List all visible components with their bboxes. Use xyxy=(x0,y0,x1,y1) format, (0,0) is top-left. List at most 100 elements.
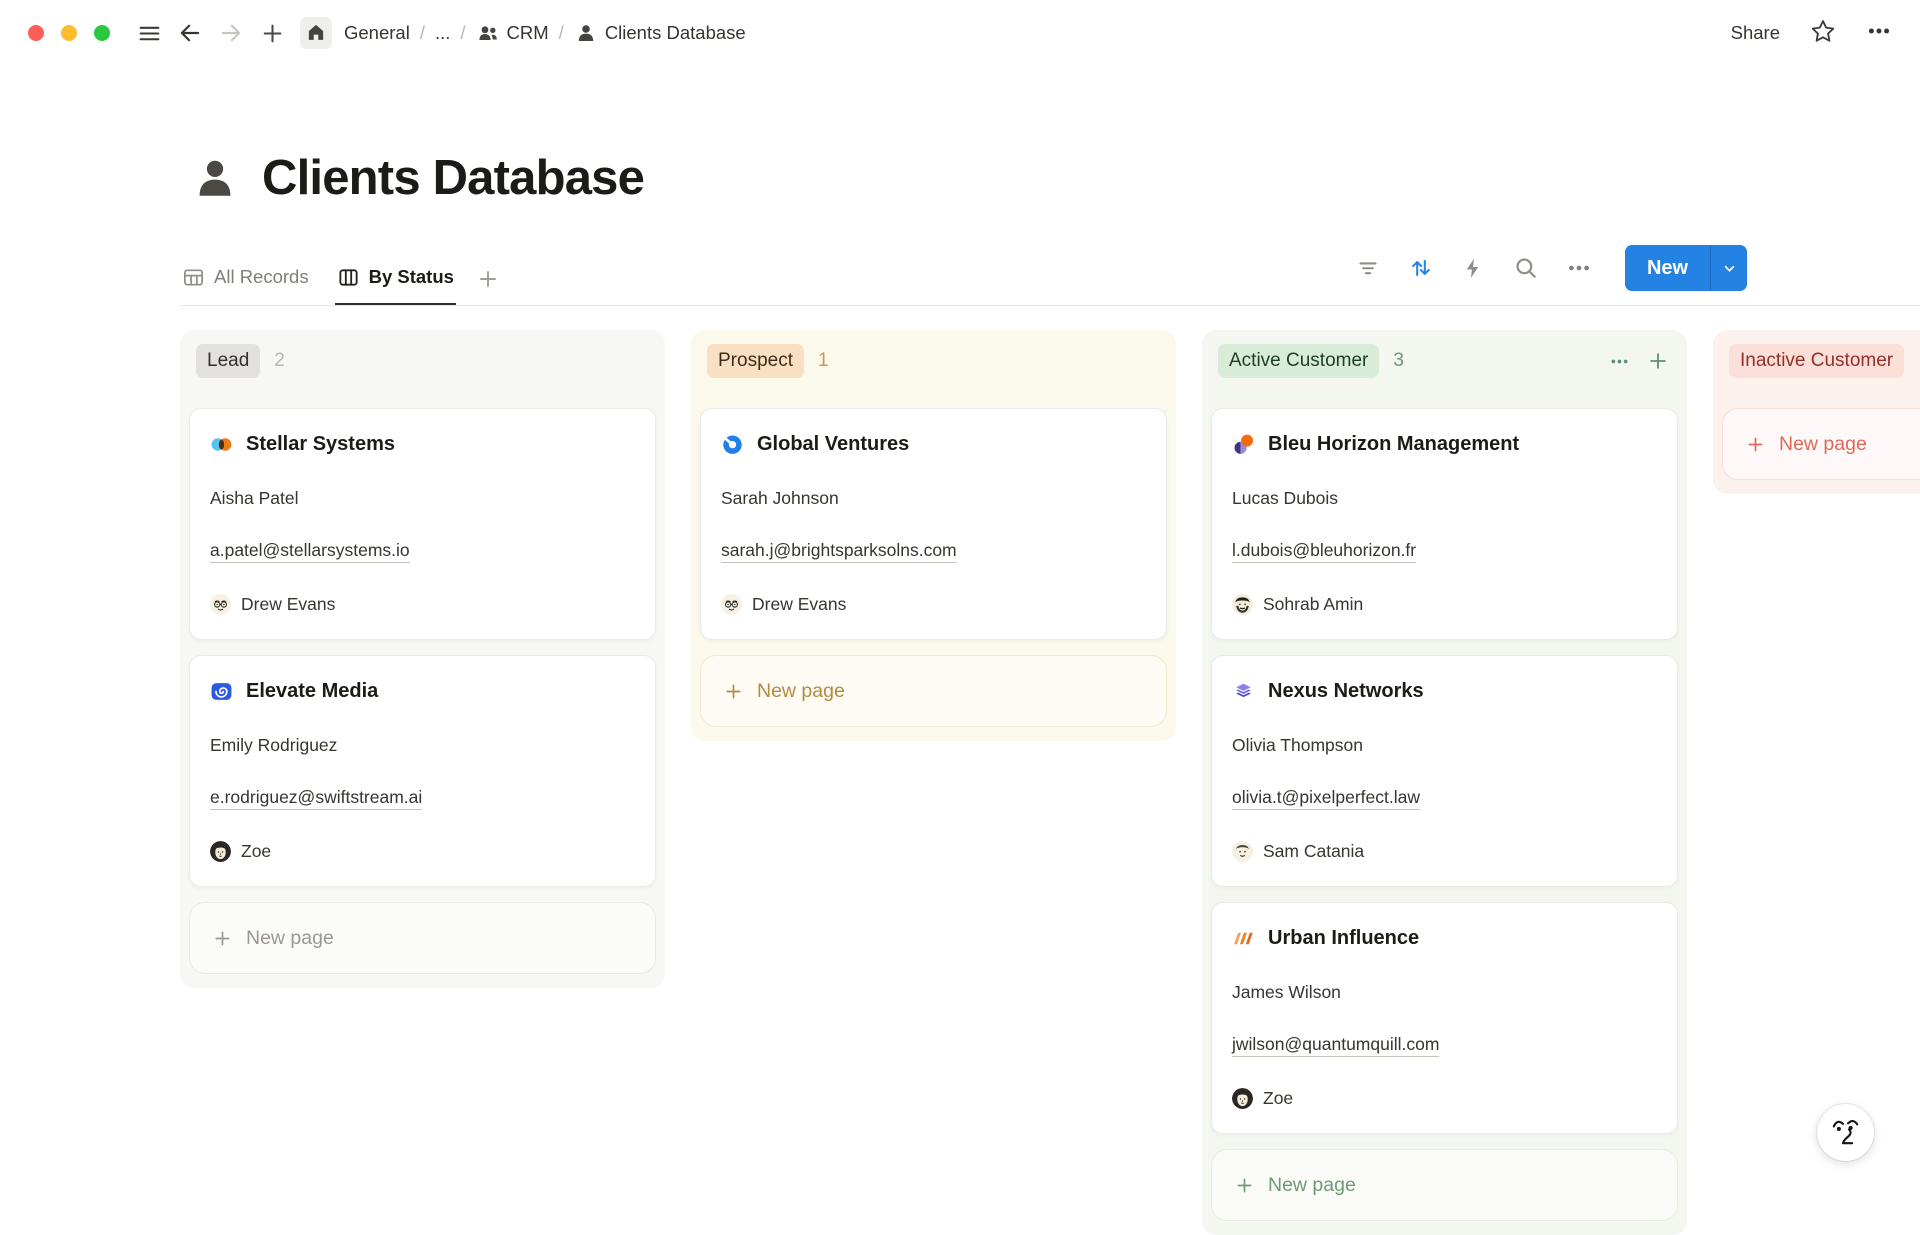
column-inactive-customer: Inactive Customer New page xyxy=(1713,330,1920,494)
avatar-zoe xyxy=(1232,1088,1253,1109)
close-window-button[interactable] xyxy=(28,25,44,41)
page-title[interactable]: Clients Database xyxy=(262,150,644,206)
view-options-icon[interactable] xyxy=(1566,255,1592,281)
overlap-dots-icon xyxy=(1232,433,1255,456)
person-icon xyxy=(574,21,598,45)
client-card-stellar-systems[interactable]: Stellar Systems Aisha Patel a.patel@stel… xyxy=(189,408,656,640)
client-card-bleu-horizon[interactable]: Bleu Horizon Management Lucas Dubois l.d… xyxy=(1211,408,1678,640)
page-person-icon xyxy=(190,153,240,203)
plus-icon xyxy=(212,928,233,949)
layers-icon xyxy=(1232,680,1255,703)
owner-row: Drew Evans xyxy=(210,592,635,616)
filter-icon[interactable] xyxy=(1355,255,1381,281)
email-link[interactable]: jwilson@quantumquill.com xyxy=(1232,1034,1439,1057)
zoom-window-button[interactable] xyxy=(94,25,110,41)
column-more-icon[interactable] xyxy=(1609,351,1630,372)
plus-icon xyxy=(1745,434,1766,455)
contact-name: James Wilson xyxy=(1232,982,1657,1004)
sidebar-toggle-icon[interactable] xyxy=(136,20,162,46)
new-page-button[interactable]: New page xyxy=(700,655,1167,727)
breadcrumb-separator: / xyxy=(559,22,564,44)
more-options-icon[interactable] xyxy=(1866,18,1892,49)
back-icon[interactable] xyxy=(177,20,203,46)
status-badge-active-customer[interactable]: Active Customer xyxy=(1218,344,1379,378)
card-title: Stellar Systems xyxy=(246,433,395,456)
new-button-chevron-down-icon[interactable] xyxy=(1711,260,1747,277)
people-icon xyxy=(476,21,500,45)
favorite-star-icon[interactable] xyxy=(1810,18,1836,49)
client-card-elevate-media[interactable]: Elevate Media Emily Rodriguez e.rodrigue… xyxy=(189,655,656,887)
automation-lightning-icon[interactable] xyxy=(1461,256,1486,281)
tab-by-status[interactable]: By Status xyxy=(335,251,456,306)
card-title: Elevate Media xyxy=(246,680,378,703)
column-active-customer: Active Customer 3 Bleu Horizon Managemen… xyxy=(1202,330,1687,1235)
breadcrumb-item-general[interactable]: General xyxy=(344,22,410,44)
assistant-face-button[interactable] xyxy=(1817,1104,1874,1161)
email-link[interactable]: olivia.t@pixelperfect.law xyxy=(1232,787,1420,810)
avatar-drew-evans xyxy=(210,594,231,615)
email-link[interactable]: a.patel@stellarsystems.io xyxy=(210,540,410,563)
viewbar-divider xyxy=(180,305,1920,306)
minimize-window-button[interactable] xyxy=(61,25,77,41)
email-link[interactable]: sarah.j@brightsparksolns.com xyxy=(721,540,957,563)
client-card-global-ventures[interactable]: Global Ventures Sarah Johnson sarah.j@br… xyxy=(700,408,1167,640)
column-count: 2 xyxy=(274,350,285,372)
client-card-urban-influence[interactable]: Urban Influence James Wilson jwilson@qua… xyxy=(1211,902,1678,1134)
owner-name: Drew Evans xyxy=(752,594,846,615)
avatar-zoe xyxy=(210,841,231,862)
tab-all-records[interactable]: All Records xyxy=(180,251,311,306)
new-tab-plus-icon[interactable] xyxy=(259,20,285,46)
status-badge-inactive-customer[interactable]: Inactive Customer xyxy=(1729,344,1904,378)
new-page-button[interactable]: New page xyxy=(189,902,656,974)
breadcrumb-item-clients-database[interactable]: Clients Database xyxy=(574,21,746,45)
email-link[interactable]: e.rodriguez@swiftstream.ai xyxy=(210,787,422,810)
owner-name: Drew Evans xyxy=(241,594,335,615)
breadcrumb-separator: / xyxy=(420,22,425,44)
card-title: Global Ventures xyxy=(757,433,909,456)
avatar-sohrab-amin xyxy=(1232,594,1253,615)
home-icon[interactable] xyxy=(300,17,332,49)
new-page-button[interactable]: New page xyxy=(1211,1149,1678,1221)
new-record-button[interactable]: New xyxy=(1625,245,1747,291)
contact-name: Emily Rodriguez xyxy=(210,735,635,757)
avatar-sam-catania xyxy=(1232,841,1253,862)
slashes-icon xyxy=(1232,927,1255,950)
status-badge-prospect[interactable]: Prospect xyxy=(707,344,804,378)
spiral-icon xyxy=(210,680,233,703)
contact-name: Lucas Dubois xyxy=(1232,488,1657,510)
search-icon[interactable] xyxy=(1513,255,1539,281)
column-prospect: Prospect 1 Global Ventures Sarah Johnson… xyxy=(691,330,1176,741)
card-title: Nexus Networks xyxy=(1268,680,1424,703)
owner-row: Zoe xyxy=(210,839,635,863)
face-icon xyxy=(1817,1104,1874,1161)
status-badge-lead[interactable]: Lead xyxy=(196,344,260,378)
share-button[interactable]: Share xyxy=(1731,22,1780,44)
kanban-board: Lead 2 Stellar Systems Aisha Patel a.pat… xyxy=(180,330,1920,1235)
new-button-label[interactable]: New xyxy=(1625,257,1710,280)
avatar-drew-evans xyxy=(721,594,742,615)
table-view-icon xyxy=(182,266,205,289)
new-page-button[interactable]: New page xyxy=(1722,408,1920,480)
forward-icon[interactable] xyxy=(218,20,244,46)
breadcrumb-item-crm[interactable]: CRM xyxy=(476,21,549,45)
owner-name: Zoe xyxy=(1263,1088,1293,1109)
sort-icon[interactable] xyxy=(1408,255,1434,281)
column-count: 3 xyxy=(1393,350,1404,372)
contact-name: Olivia Thompson xyxy=(1232,735,1657,757)
breadcrumb-separator: / xyxy=(460,22,465,44)
plus-icon xyxy=(723,681,744,702)
add-view-plus-icon[interactable] xyxy=(476,267,500,291)
column-add-card-icon[interactable] xyxy=(1647,350,1669,372)
owner-name: Sohrab Amin xyxy=(1263,594,1363,615)
owner-row: Zoe xyxy=(1232,1086,1657,1110)
contact-name: Sarah Johnson xyxy=(721,488,1146,510)
venn-circles-icon xyxy=(210,433,233,456)
email-link[interactable]: l.dubois@bleuhorizon.fr xyxy=(1232,540,1416,563)
owner-row: Sohrab Amin xyxy=(1232,592,1657,616)
client-card-nexus-networks[interactable]: Nexus Networks Olivia Thompson olivia.t@… xyxy=(1211,655,1678,887)
breadcrumb-item-collapsed[interactable]: ... xyxy=(435,22,450,44)
owner-row: Sam Catania xyxy=(1232,839,1657,863)
plus-icon xyxy=(1234,1175,1255,1196)
window-controls xyxy=(28,25,110,41)
window-top-bar: General / ... / CRM / Clients Database S… xyxy=(0,0,1920,66)
